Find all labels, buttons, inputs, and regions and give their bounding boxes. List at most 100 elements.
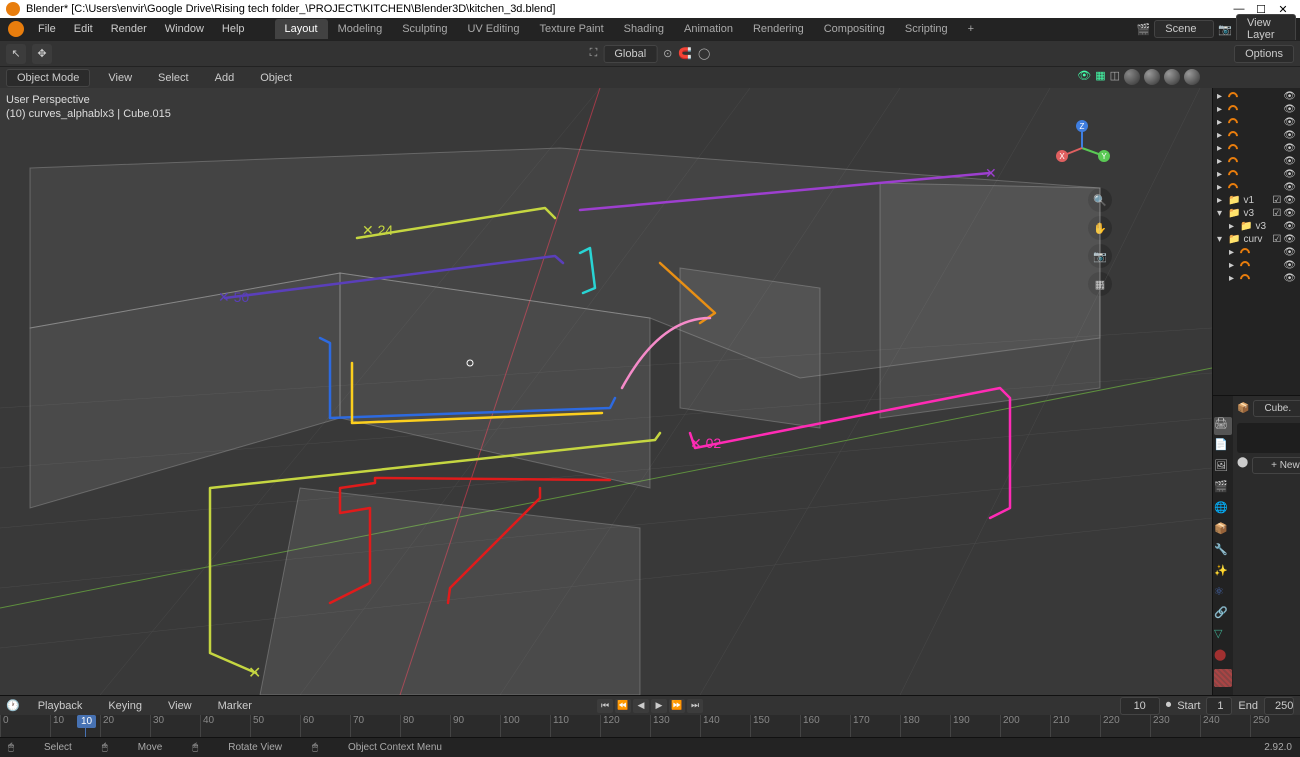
menu-view[interactable]: View bbox=[160, 697, 200, 715]
eye-icon[interactable]: 👁 bbox=[1283, 156, 1296, 167]
jump-start-icon[interactable]: ⏮ bbox=[597, 699, 613, 713]
current-frame-field[interactable]: 10 bbox=[1120, 697, 1160, 715]
rendered-shading-icon[interactable] bbox=[1184, 69, 1200, 85]
tab-modeling[interactable]: Modeling bbox=[328, 19, 393, 39]
prop-tab-render[interactable]: 🖨 bbox=[1214, 417, 1232, 435]
next-key-icon[interactable]: ⏩ bbox=[669, 699, 685, 713]
outliner-item[interactable]: ▸👁 bbox=[1215, 116, 1298, 129]
eye-icon[interactable]: 👁 bbox=[1283, 260, 1296, 271]
orientation-dropdown[interactable]: Global bbox=[603, 45, 657, 63]
orientation-icon[interactable]: ⛶ bbox=[590, 47, 598, 60]
menu-window[interactable]: Window bbox=[157, 20, 212, 38]
proportional-icon[interactable]: ◯ bbox=[698, 47, 710, 60]
eye-icon[interactable]: 👁 bbox=[1283, 221, 1296, 232]
tab-sculpting[interactable]: Sculpting bbox=[392, 19, 457, 39]
tab-compositing[interactable]: Compositing bbox=[814, 19, 895, 39]
outliner-item[interactable]: ▸👁 bbox=[1215, 259, 1298, 272]
outliner-item[interactable]: ▸👁 bbox=[1215, 246, 1298, 259]
outliner-item[interactable]: ▸👁 bbox=[1215, 181, 1298, 194]
eye-icon[interactable]: 👁 bbox=[1283, 117, 1296, 128]
eye-icon[interactable]: 👁 bbox=[1283, 247, 1296, 258]
jump-end-icon[interactable]: ⏭ bbox=[687, 699, 703, 713]
timeline-editor-icon[interactable]: 🕐 bbox=[6, 699, 20, 712]
show-gizmo-icon[interactable]: 👁 bbox=[1077, 69, 1091, 85]
outliner-item[interactable]: ▸👁 bbox=[1215, 155, 1298, 168]
menu-render[interactable]: Render bbox=[103, 20, 155, 38]
playhead[interactable]: 10 bbox=[85, 715, 86, 737]
start-frame-field[interactable]: 1 bbox=[1206, 697, 1232, 715]
eye-icon[interactable]: 👁 bbox=[1283, 143, 1296, 154]
tab-scripting[interactable]: Scripting bbox=[895, 19, 958, 39]
menu-file[interactable]: File bbox=[30, 20, 64, 38]
prop-tab-particle[interactable]: ✨ bbox=[1214, 564, 1232, 582]
prop-tab-texture[interactable] bbox=[1214, 669, 1232, 687]
end-frame-field[interactable]: 250 bbox=[1264, 697, 1294, 715]
menu-object[interactable]: Object bbox=[252, 69, 300, 87]
prev-key-icon[interactable]: ⏪ bbox=[615, 699, 631, 713]
prop-tab-material[interactable]: ⬤ bbox=[1214, 648, 1232, 666]
menu-view[interactable]: View bbox=[100, 69, 140, 87]
prop-tab-object[interactable]: 📦 bbox=[1214, 522, 1232, 540]
material-shading-icon[interactable] bbox=[1164, 69, 1180, 85]
menu-help[interactable]: Help bbox=[214, 20, 253, 38]
tab-add[interactable]: + bbox=[958, 19, 984, 39]
wireframe-shading-icon[interactable] bbox=[1124, 69, 1140, 85]
eye-icon[interactable]: 👁 bbox=[1283, 273, 1296, 284]
snap-icon[interactable]: 🧲 bbox=[678, 47, 692, 60]
menu-edit[interactable]: Edit bbox=[66, 20, 101, 38]
new-material-button[interactable]: + New bbox=[1252, 457, 1300, 474]
outliner-item-collection[interactable]: ▸📁v1☑👁 bbox=[1215, 194, 1298, 207]
eye-icon[interactable]: 👁 bbox=[1283, 130, 1296, 141]
prop-tab-world[interactable]: 🌐 bbox=[1214, 501, 1232, 519]
eye-icon[interactable]: 👁 bbox=[1283, 234, 1296, 245]
tab-shading[interactable]: Shading bbox=[614, 19, 674, 39]
menu-keying[interactable]: Keying bbox=[100, 697, 150, 715]
play-icon[interactable]: ▶ bbox=[651, 699, 667, 713]
cursor-tool-icon[interactable]: ↖ bbox=[6, 44, 26, 64]
pivot-icon[interactable]: ⊙ bbox=[663, 47, 672, 60]
prop-tab-physics[interactable]: ⚛ bbox=[1214, 585, 1232, 603]
outliner-item[interactable]: ▸📁v3👁 bbox=[1215, 220, 1298, 233]
solid-shading-icon[interactable] bbox=[1144, 69, 1160, 85]
options-dropdown[interactable]: Options bbox=[1234, 45, 1294, 63]
tab-rendering[interactable]: Rendering bbox=[743, 19, 814, 39]
outliner-item[interactable]: ▸👁 bbox=[1215, 90, 1298, 103]
eye-icon[interactable]: 👁 bbox=[1283, 182, 1296, 193]
view-layer-icon[interactable]: 📷 bbox=[1218, 23, 1232, 36]
outliner-item[interactable]: ▸👁 bbox=[1215, 129, 1298, 142]
play-reverse-icon[interactable]: ◀ bbox=[633, 699, 649, 713]
outliner-item-collection[interactable]: ▾📁curv☑👁 bbox=[1215, 233, 1298, 246]
tab-uv-editing[interactable]: UV Editing bbox=[457, 19, 529, 39]
menu-select[interactable]: Select bbox=[150, 69, 197, 87]
eye-icon[interactable]: 👁 bbox=[1283, 169, 1296, 180]
prop-tab-modifier[interactable]: 🔧 bbox=[1214, 543, 1232, 561]
prop-tab-output[interactable]: 📄 bbox=[1214, 438, 1232, 456]
prop-tab-constraint[interactable]: 🔗 bbox=[1214, 606, 1232, 624]
tab-texture-paint[interactable]: Texture Paint bbox=[529, 19, 613, 39]
menu-marker[interactable]: Marker bbox=[210, 697, 260, 715]
overlay-icon[interactable]: ▦ bbox=[1095, 69, 1105, 85]
outliner-item[interactable]: ▸👁 bbox=[1215, 142, 1298, 155]
mode-dropdown[interactable]: Object Mode bbox=[6, 69, 90, 87]
prop-tab-viewlayer[interactable]: 🖼 bbox=[1214, 459, 1232, 477]
menu-add[interactable]: Add bbox=[207, 69, 243, 87]
outliner-item-collection[interactable]: ▾📁v3☑👁 bbox=[1215, 207, 1298, 220]
object-name-field[interactable]: Cube. bbox=[1253, 400, 1300, 417]
scene-icon[interactable]: 🎬 bbox=[1137, 23, 1151, 36]
eye-icon[interactable]: 👁 bbox=[1283, 208, 1296, 219]
3d-viewport[interactable]: User Perspective (10) curves_alphablx3 |… bbox=[0, 88, 1212, 695]
autokey-icon[interactable]: ⏺ bbox=[1166, 699, 1172, 712]
timeline-track[interactable]: 0102030405060708090100110120130140150160… bbox=[0, 715, 1300, 737]
eye-icon[interactable]: 👁 bbox=[1283, 91, 1296, 102]
outliner-item[interactable]: ▸👁 bbox=[1215, 103, 1298, 116]
transform-tool-icon[interactable]: ✥ bbox=[32, 44, 52, 64]
outliner-item[interactable]: ▸👁 bbox=[1215, 272, 1298, 285]
eye-icon[interactable]: 👁 bbox=[1283, 104, 1296, 115]
prop-tab-data[interactable]: ▽ bbox=[1214, 627, 1232, 645]
tab-layout[interactable]: Layout bbox=[275, 19, 328, 39]
prop-tab-scene[interactable]: 🎬 bbox=[1214, 480, 1232, 498]
eye-icon[interactable]: 👁 bbox=[1283, 195, 1296, 206]
outliner-item[interactable]: ▸👁 bbox=[1215, 168, 1298, 181]
outliner[interactable]: ▸👁 ▸👁 ▸👁 ▸👁 ▸👁 ▸👁 ▸👁 ▸👁 ▸📁v1☑👁 ▾📁v3☑👁 ▸📁… bbox=[1213, 88, 1300, 395]
menu-playback[interactable]: Playback bbox=[30, 697, 91, 715]
